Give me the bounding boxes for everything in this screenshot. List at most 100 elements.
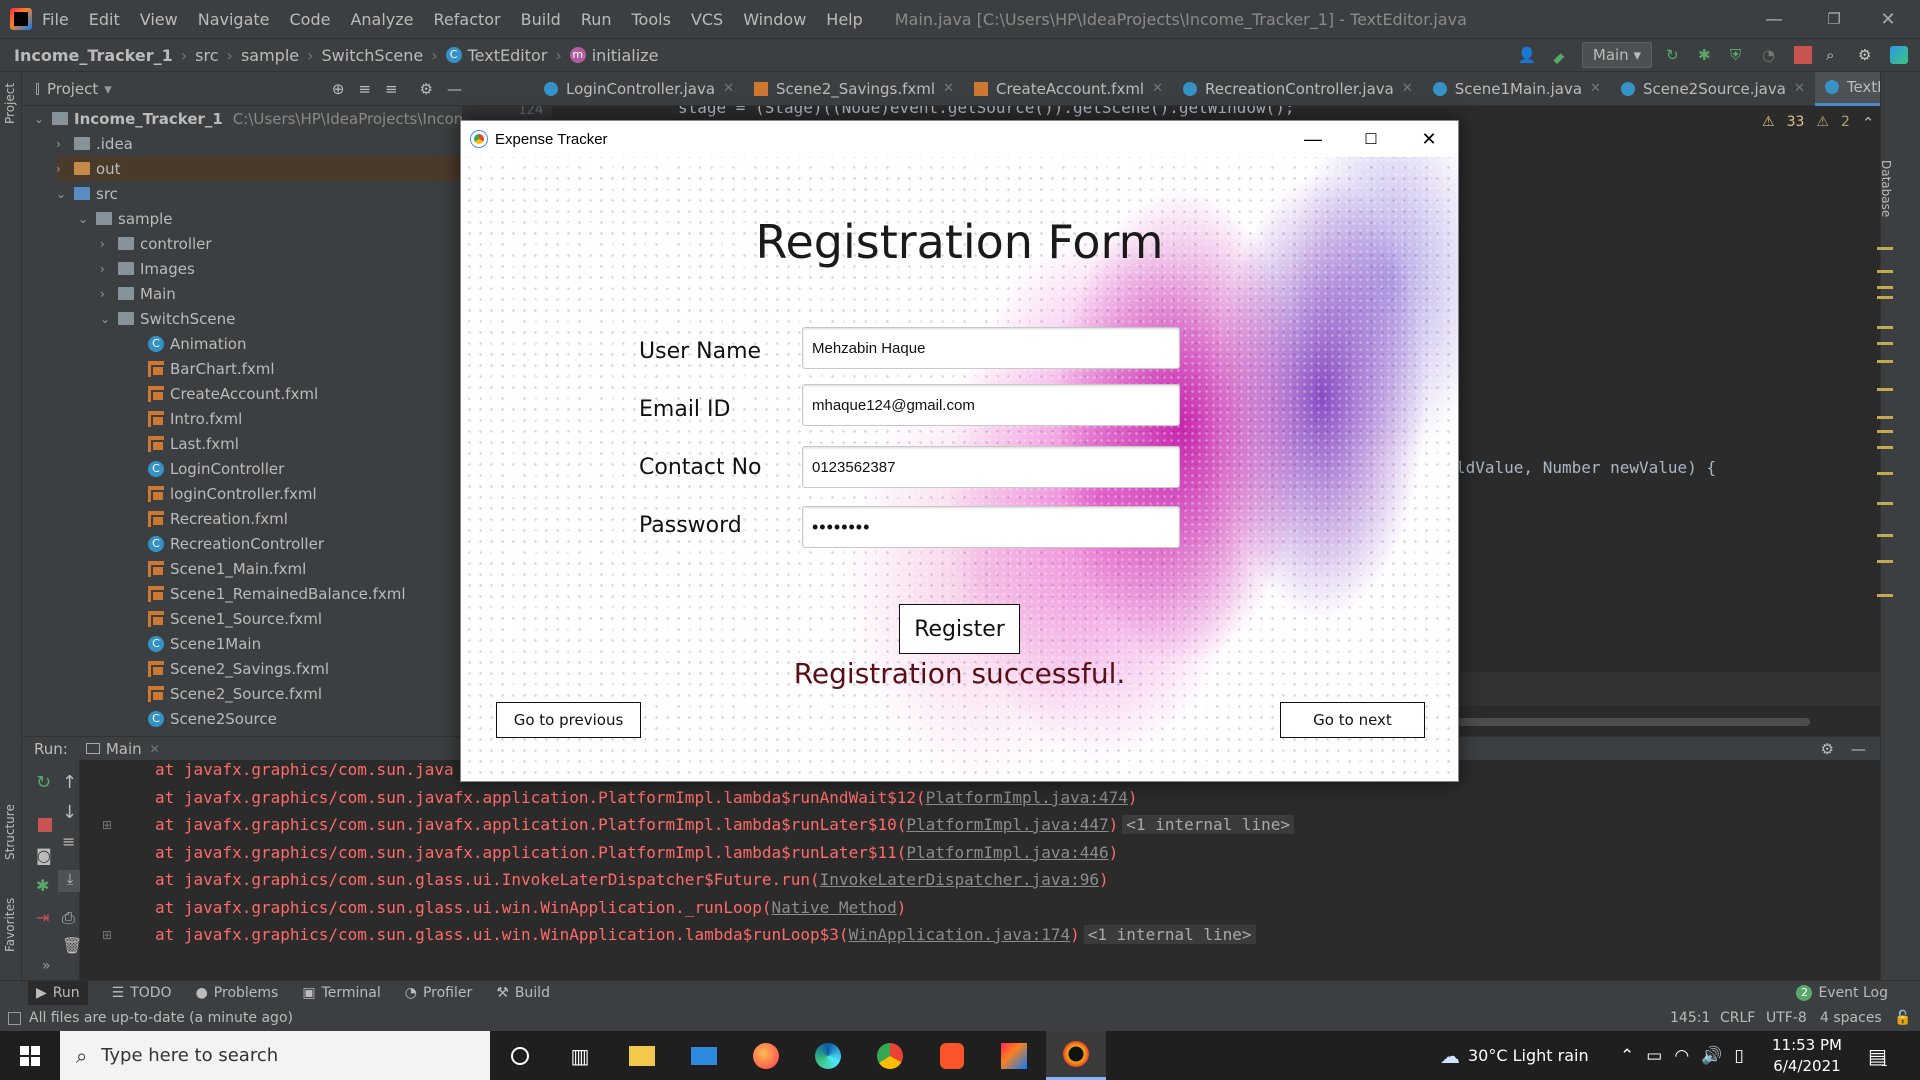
go-to-previous-button[interactable]: Go to previous bbox=[496, 702, 641, 738]
tab-scene2source[interactable]: Scene2Source.java ✕ bbox=[1611, 72, 1815, 106]
gear-icon[interactable]: ⚙ bbox=[1821, 740, 1834, 758]
chevron-right-icon[interactable]: › bbox=[100, 287, 118, 301]
line-separator[interactable]: CRLF bbox=[1720, 1010, 1755, 1026]
taskbar-search-box[interactable]: ⌕ Type here to search bbox=[60, 1031, 490, 1080]
breadcrumb-initialize[interactable]: initialize bbox=[592, 46, 659, 65]
breadcrumb-switchscene[interactable]: SwitchScene bbox=[322, 46, 424, 65]
build-hammer-icon[interactable] bbox=[1553, 53, 1565, 64]
hide-icon[interactable]: — bbox=[447, 80, 462, 98]
taskbar-mail[interactable] bbox=[674, 1031, 734, 1080]
close-icon[interactable]: ✕ bbox=[943, 81, 954, 96]
arrow-down-icon[interactable]: ↓ bbox=[62, 802, 77, 823]
tree-file-last[interactable]: Last.fxml bbox=[148, 431, 239, 456]
close-icon[interactable]: ✕ bbox=[1590, 81, 1601, 96]
warning-marker[interactable] bbox=[1877, 247, 1893, 250]
soft-wrap-icon[interactable]: ≡ bbox=[62, 832, 75, 851]
warning-marker[interactable] bbox=[1877, 416, 1893, 419]
menu-build[interactable]: Build bbox=[521, 10, 561, 29]
tool-problems[interactable]: ● Problems bbox=[196, 985, 279, 1001]
menu-run[interactable]: Run bbox=[581, 10, 612, 29]
warning-marker[interactable] bbox=[1877, 388, 1893, 391]
tree-file-scene1source[interactable]: Scene1_Source.fxml bbox=[148, 606, 322, 631]
tab-scene1main[interactable]: Scene1Main.java ✕ bbox=[1423, 72, 1611, 106]
database-tool-label[interactable]: Database bbox=[1879, 160, 1893, 217]
email-field[interactable]: mhaque124@gmail.com bbox=[802, 384, 1180, 426]
menu-window[interactable]: Window bbox=[743, 10, 806, 29]
chevron-right-icon[interactable]: › bbox=[100, 237, 118, 251]
close-icon[interactable]: ✕ bbox=[1794, 81, 1805, 96]
menu-view[interactable]: View bbox=[140, 10, 178, 29]
close-icon[interactable]: ✕ bbox=[1402, 81, 1413, 96]
battery-icon[interactable]: ▭ bbox=[1646, 1046, 1662, 1066]
tree-file-logincontroller[interactable]: C LoginController bbox=[148, 456, 284, 481]
gear-icon[interactable]: ⚙ bbox=[420, 80, 433, 98]
hide-icon[interactable]: — bbox=[1851, 740, 1866, 758]
ide-close-button[interactable]: ✕ bbox=[1860, 0, 1916, 38]
stop-icon[interactable] bbox=[38, 818, 52, 832]
breadcrumb-sample[interactable]: sample bbox=[241, 46, 299, 65]
app-maximize-button[interactable]: ☐ bbox=[1342, 121, 1400, 157]
clock[interactable]: 11:53 PM 6/4/2021 bbox=[1772, 1031, 1842, 1080]
warning-marker[interactable] bbox=[1877, 360, 1893, 363]
cortana-button[interactable] bbox=[490, 1031, 550, 1080]
warning-marker[interactable] bbox=[1877, 594, 1893, 597]
console-source-link[interactable]: WinApplication.java:174 bbox=[849, 925, 1071, 944]
contact-field[interactable]: 0123562387 bbox=[802, 446, 1180, 488]
menu-vcs[interactable]: VCS bbox=[691, 10, 723, 29]
internal-line-fold[interactable]: <1 internal line> bbox=[1122, 815, 1295, 834]
run-tab-main[interactable]: Main bbox=[106, 740, 142, 758]
locate-icon[interactable]: ⊕ bbox=[332, 80, 345, 98]
notification-center-button[interactable]: ▤ 1 bbox=[1868, 1031, 1888, 1080]
more-chevron-icon[interactable]: » bbox=[42, 958, 51, 974]
username-field[interactable]: Mehzabin Haque bbox=[802, 327, 1180, 369]
menu-help[interactable]: Help bbox=[826, 10, 862, 29]
cursor-position[interactable]: 145:1 bbox=[1670, 1010, 1710, 1026]
chevron-down-icon[interactable]: ⌄ bbox=[78, 212, 96, 226]
indent-setting[interactable]: 4 spaces bbox=[1820, 1010, 1882, 1026]
tree-item-main[interactable]: › Main bbox=[100, 281, 176, 306]
tree-file-scene2source[interactable]: C Scene2Source bbox=[148, 706, 277, 731]
warning-marker[interactable] bbox=[1877, 270, 1893, 273]
chevron-down-icon[interactable]: ⌄ bbox=[56, 187, 74, 201]
taskbar-intellij[interactable] bbox=[984, 1031, 1044, 1080]
chevron-down-icon[interactable]: ⌄ bbox=[100, 312, 118, 326]
menu-file[interactable]: File bbox=[42, 10, 69, 29]
start-button[interactable] bbox=[0, 1031, 60, 1080]
chevron-up-icon[interactable]: ⌃ bbox=[1620, 1046, 1634, 1066]
tree-file-scene2savings[interactable]: Scene2_Savings.fxml bbox=[148, 656, 329, 681]
wifi-icon[interactable]: ◠ bbox=[1674, 1046, 1689, 1066]
search-icon[interactable]: ⌕ bbox=[1826, 46, 1844, 64]
tree-file-logincontroller-fxml[interactable]: loginController.fxml bbox=[148, 481, 317, 506]
debug-bug-icon[interactable]: ✱ bbox=[36, 876, 49, 895]
menu-refactor[interactable]: Refactor bbox=[434, 10, 501, 29]
tree-item-sample[interactable]: ⌄ sample bbox=[78, 206, 173, 231]
ide-minimize-button[interactable]: — bbox=[1746, 0, 1802, 38]
menu-code[interactable]: Code bbox=[290, 10, 331, 29]
tree-item-images[interactable]: › Images bbox=[100, 256, 195, 281]
taskbar-java-app[interactable] bbox=[1046, 1031, 1106, 1080]
chevron-right-icon[interactable]: › bbox=[56, 137, 74, 151]
breadcrumb-project[interactable]: Income_Tracker_1 bbox=[14, 46, 173, 65]
breadcrumb-src[interactable]: src bbox=[195, 46, 218, 65]
panel-toggle-icon[interactable] bbox=[8, 1011, 21, 1025]
user-icon[interactable]: 👤 bbox=[1518, 46, 1537, 64]
tree-file-animation[interactable]: C Animation bbox=[148, 331, 246, 356]
task-view-button[interactable]: ▥ bbox=[550, 1031, 610, 1080]
weather-widget[interactable]: ☁ 30°C Light rain bbox=[1440, 1031, 1589, 1080]
taskbar-edge[interactable] bbox=[798, 1031, 858, 1080]
tool-run[interactable]: ▶ Run bbox=[28, 980, 88, 1006]
internal-line-fold[interactable]: <1 internal line> bbox=[1083, 925, 1256, 944]
tool-build[interactable]: ⚒ Build bbox=[496, 985, 550, 1001]
tree-file-scene1main[interactable]: C Scene1Main bbox=[148, 631, 261, 656]
tool-terminal[interactable]: ▣ Terminal bbox=[302, 985, 380, 1001]
password-field[interactable]: •••••••• bbox=[802, 506, 1180, 548]
warning-marker[interactable] bbox=[1877, 534, 1893, 537]
arrow-up-icon[interactable]: ↑ bbox=[62, 772, 77, 793]
warning-marker[interactable] bbox=[1877, 286, 1893, 289]
stop-icon[interactable] bbox=[1794, 46, 1812, 64]
toolbox-icon[interactable] bbox=[1890, 46, 1908, 64]
close-icon[interactable]: ✕ bbox=[723, 81, 734, 96]
warning-marker[interactable] bbox=[1877, 472, 1893, 475]
tree-item-idea[interactable]: › .idea bbox=[56, 131, 133, 156]
chevron-right-icon[interactable]: › bbox=[100, 262, 118, 276]
